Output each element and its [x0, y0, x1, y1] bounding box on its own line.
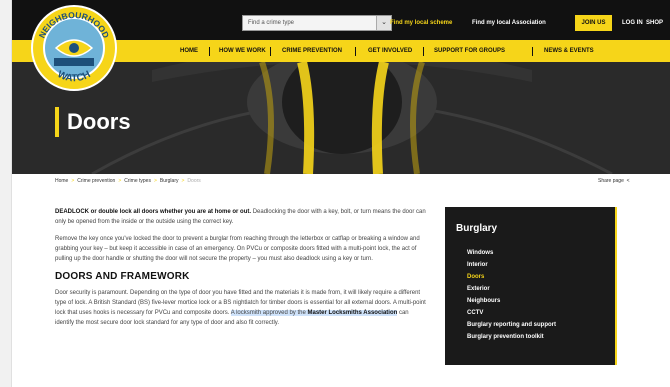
- nav-how-we-work[interactable]: HOW WE WORK: [219, 40, 266, 62]
- breadcrumb-current: Doors: [187, 178, 201, 184]
- share-page[interactable]: Share page <: [598, 178, 630, 184]
- breadcrumb-separator: >: [181, 178, 185, 184]
- master-locksmiths-link[interactable]: Master Locksmiths Association: [307, 310, 397, 316]
- sidebar-item-interior[interactable]: Interior: [467, 259, 556, 271]
- nav-news-events[interactable]: NEWS & EVENTS: [544, 40, 594, 62]
- find-local-scheme-link[interactable]: Find my local scheme: [390, 15, 452, 31]
- article-content: DEADLOCK or double lock all doors whethe…: [55, 207, 427, 335]
- sidebar-title: Burglary: [456, 223, 498, 234]
- neighbourhood-watch-logo[interactable]: NEIGHBOURHOOD WATCH: [30, 4, 118, 92]
- breadcrumb-burglary[interactable]: Burglary: [160, 178, 179, 184]
- nav-divider: [209, 47, 210, 56]
- window-edge: [0, 0, 12, 387]
- breadcrumb-separator: >: [153, 178, 157, 184]
- sidebar-item-exterior[interactable]: Exterior: [467, 283, 556, 295]
- nav-divider: [270, 47, 271, 56]
- chevron-down-icon[interactable]: ⌄: [376, 16, 391, 30]
- nav-divider: [355, 47, 356, 56]
- breadcrumb-home[interactable]: Home: [55, 178, 68, 184]
- share-page-label: Share page: [598, 178, 624, 184]
- nav-support-for-groups[interactable]: SUPPORT FOR GROUPS: [434, 40, 505, 62]
- sidebar-item-doors[interactable]: Doors: [467, 271, 556, 283]
- nav-divider: [532, 47, 533, 56]
- burglary-sidebar: Burglary Windows Interior Doors Exterior…: [445, 207, 617, 365]
- breadcrumb: Home > Crime prevention > Crime types > Burgla…: [55, 178, 201, 184]
- intro-paragraph: DEADLOCK or double lock all doors whethe…: [55, 207, 427, 227]
- page-title: Doors: [55, 107, 131, 137]
- intro-bold-text: DEADLOCK or double lock all doors whethe…: [55, 209, 252, 215]
- crime-type-select-value: Find a crime type: [248, 20, 295, 26]
- highlighted-text: A locksmith approved by the Master Locks…: [230, 310, 398, 316]
- login-link[interactable]: LOG IN: [622, 15, 643, 31]
- breadcrumb-crime-prevention[interactable]: Crime prevention: [77, 178, 115, 184]
- nav-home[interactable]: HOME: [180, 40, 198, 62]
- breadcrumb-separator: >: [71, 178, 75, 184]
- nav-divider: [423, 47, 424, 56]
- find-local-association-link[interactable]: Find my local Association: [472, 15, 546, 31]
- sidebar-item-neighbours[interactable]: Neighbours: [467, 295, 556, 307]
- key-advice-paragraph: Remove the key once you've locked the do…: [55, 236, 420, 262]
- join-us-button[interactable]: JOIN US: [575, 15, 612, 31]
- section-heading: DOORS AND FRAMEWORK: [55, 271, 190, 282]
- breadcrumb-separator: >: [118, 178, 122, 184]
- nav-get-involved[interactable]: GET INVOLVED: [368, 40, 412, 62]
- nav-crime-prevention[interactable]: CRIME PREVENTION: [282, 40, 342, 62]
- sidebar-item-prevention-toolkit[interactable]: Burglary prevention toolkit: [467, 331, 556, 343]
- door-security-paragraph: Door security is paramount. Depending on…: [55, 288, 427, 328]
- shop-link[interactable]: SHOP: [646, 15, 663, 31]
- sidebar-list: Windows Interior Doors Exterior Neighbou…: [467, 247, 556, 343]
- breadcrumb-crime-types[interactable]: Crime types: [124, 178, 151, 184]
- highlighted-lead: A locksmith approved by the: [230, 310, 308, 316]
- crime-type-select[interactable]: Find a crime type ⌄: [242, 15, 392, 31]
- logo-emblem: NEIGHBOURHOOD WATCH: [31, 5, 117, 91]
- share-icon[interactable]: <: [625, 178, 630, 184]
- sidebar-item-cctv[interactable]: CCTV: [467, 307, 556, 319]
- sidebar-item-reporting-support[interactable]: Burglary reporting and support: [467, 319, 556, 331]
- sidebar-item-windows[interactable]: Windows: [467, 247, 556, 259]
